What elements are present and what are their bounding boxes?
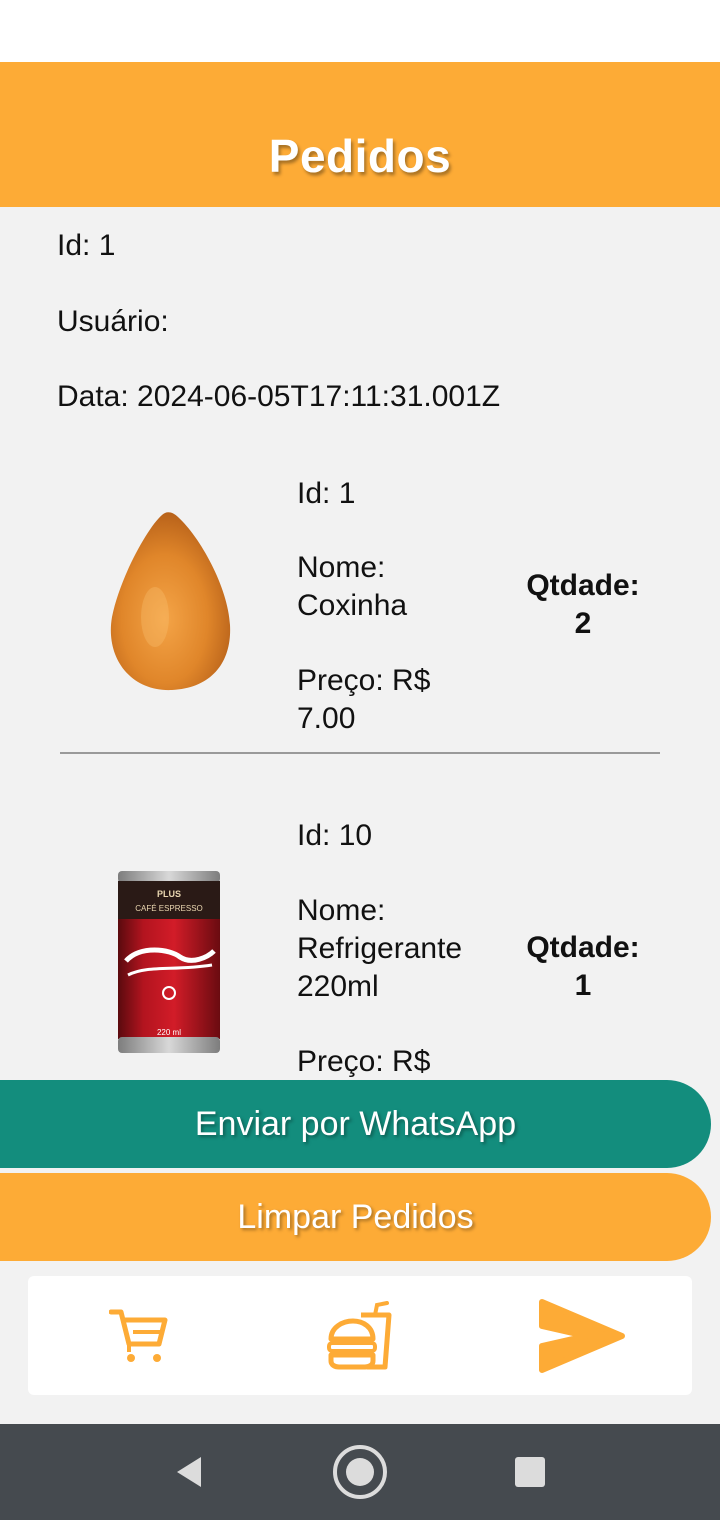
order-user: Usuário: xyxy=(57,305,169,338)
item-qty-value: 2 xyxy=(574,607,592,640)
item-qty-label: Qtdade: xyxy=(526,931,640,964)
svg-text:220 ml: 220 ml xyxy=(157,1028,181,1037)
divider xyxy=(60,752,660,754)
soda-can-image: PLUS CAFÉ ESPRESSO 220 ml xyxy=(118,871,220,1053)
bottom-tab-bar xyxy=(28,1276,692,1395)
item-qty-value: 1 xyxy=(574,969,592,1002)
item-name-value-line1: Refrigerante xyxy=(297,932,463,965)
back-button[interactable] xyxy=(143,1424,233,1520)
home-icon xyxy=(333,1445,387,1499)
tab-send[interactable] xyxy=(521,1286,641,1386)
recents-icon xyxy=(515,1457,545,1487)
item-qty-label: Qtdade: xyxy=(526,569,640,602)
clear-orders-button[interactable]: Limpar Pedidos xyxy=(0,1173,711,1261)
svg-text:CAFÉ ESPRESSO: CAFÉ ESPRESSO xyxy=(135,904,203,913)
home-button[interactable] xyxy=(315,1424,405,1520)
item-price-label: Preço: R$ xyxy=(297,664,431,697)
item-name-value: Coxinha xyxy=(297,589,408,622)
send-whatsapp-button[interactable]: Enviar por WhatsApp xyxy=(0,1080,711,1168)
coxinha-image xyxy=(110,512,231,691)
item-price-label: Preço: R$ xyxy=(297,1045,431,1078)
app-header: Pedidos xyxy=(0,62,720,207)
svg-text:PLUS: PLUS xyxy=(157,889,181,899)
order-date: Data: 2024-06-05T17:11:31.001Z xyxy=(57,380,501,413)
send-icon xyxy=(539,1298,626,1373)
item-price-value: 7.00 xyxy=(297,702,356,735)
cart-icon xyxy=(108,1309,168,1362)
item-name-value-line2: 220ml xyxy=(297,970,379,1003)
status-bar xyxy=(0,0,720,62)
page-title: Pedidos xyxy=(268,130,452,182)
back-icon xyxy=(177,1457,201,1487)
tab-cart[interactable] xyxy=(79,1286,199,1386)
item-name-label: Nome: xyxy=(297,551,386,584)
recents-button[interactable] xyxy=(485,1424,575,1520)
order-list[interactable]: Id: 1 Usuário: Data: 2024-06-05T17:11:31… xyxy=(0,207,720,1080)
item-id: Id: 1 xyxy=(297,477,356,510)
burger-drink-icon xyxy=(326,1300,392,1369)
tab-menu[interactable] xyxy=(300,1286,420,1386)
item-id: Id: 10 xyxy=(297,819,373,852)
order-id: Id: 1 xyxy=(57,229,116,262)
system-navigation-bar xyxy=(0,1424,720,1520)
item-name-label: Nome: xyxy=(297,894,386,927)
